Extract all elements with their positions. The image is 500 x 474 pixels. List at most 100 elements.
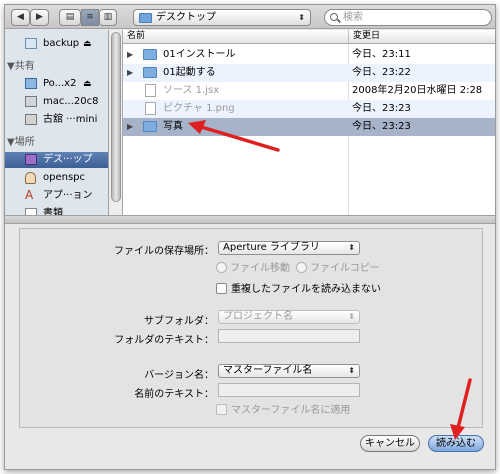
skip-duplicates-checkbox[interactable]: 重複したファイルを読み込まない: [216, 283, 381, 296]
computer-icon: [25, 114, 37, 125]
disclosure-triangle-icon[interactable]: ▶: [127, 64, 133, 82]
folder-text-label: フォルダのテキスト：: [114, 335, 214, 346]
checkbox-label: マスターファイル名に適用: [231, 405, 351, 416]
sidebar-item-label: Po...x2: [43, 78, 77, 89]
split-divider[interactable]: [5, 215, 495, 224]
import-options-panel: ファイルの保存場所： Aperture ライブラリ ⬍ ファイル移動 ファイルコ…: [19, 228, 483, 428]
sidebar-item-backup[interactable]: backup ⏏: [5, 36, 108, 52]
sidebar-item-desktop[interactable]: デス···ップ: [5, 152, 108, 168]
folder-text-field[interactable]: [218, 329, 360, 343]
checkbox-box: [216, 283, 227, 294]
version-name-select[interactable]: マスターファイル名 ⬍: [218, 364, 360, 378]
save-location-value: Aperture ライブラリ: [223, 242, 320, 253]
sidebar-header-shared[interactable]: ▼共有: [7, 60, 35, 74]
radio-circle: [216, 262, 227, 273]
folder-icon: [143, 67, 157, 78]
chevron-updown-icon: ⬍: [298, 13, 305, 22]
documents-icon: [25, 208, 37, 215]
sidebar-scrollbar[interactable]: [109, 30, 123, 215]
disclosure-triangle-icon[interactable]: ▶: [127, 118, 133, 136]
sidebar-item-shared-3[interactable]: 古舘 ···mini: [5, 112, 108, 128]
file-date: 今日、23:23: [352, 103, 411, 114]
sidebar-item-openspc[interactable]: openspc: [5, 170, 108, 186]
version-name-value: マスターファイル名: [223, 365, 313, 376]
sidebar-item-label: 古舘 ···mini: [43, 114, 98, 125]
location-label: デスクトップ: [156, 12, 216, 23]
subfolder-select[interactable]: プロジェクト名 ⬍: [218, 310, 360, 324]
sidebar: backup ⏏ ▼共有 Po...x2 ⏏ mac...20c8 古舘 ···…: [5, 30, 109, 215]
image-file-icon: [145, 102, 156, 115]
file-name: 01インストール: [163, 49, 236, 60]
checkbox-box: [216, 404, 227, 415]
radio-copy-files[interactable]: ファイルコピー: [296, 262, 380, 275]
sidebar-header-places[interactable]: ▼場所: [7, 136, 35, 150]
subfolder-label: サブフォルダ：: [144, 316, 214, 327]
radio-circle: [296, 262, 307, 273]
home-icon: [25, 172, 36, 184]
name-text-label: 名前のテキスト：: [134, 389, 214, 400]
file-date: 今日、23:22: [352, 67, 411, 78]
document-icon: [145, 84, 156, 97]
file-row[interactable]: ▶ 01インストール 今日、23:11: [123, 46, 495, 64]
sidebar-item-label: アプ···ョン: [43, 190, 93, 201]
radio-move-files[interactable]: ファイル移動: [216, 262, 290, 275]
drive-icon: [25, 38, 37, 49]
search-icon: [330, 13, 338, 21]
sidebar-item-label: openspc: [43, 172, 86, 183]
file-list: 名前 変更日 ▶ 01インストール 今日、23:11 ▶ 01起動する 今日、2…: [123, 30, 495, 215]
sidebar-item-label: デス···ップ: [43, 154, 93, 165]
file-name: ソース 1.jsx: [163, 85, 220, 96]
import-dialog: ◀ ▶ ▤ ≡ ▥ デスクトップ ⬍ 検索 backup ⏏ ▼共有 Po...…: [4, 4, 496, 470]
save-location-label: ファイルの保存場所：: [114, 246, 214, 257]
column-view-button[interactable]: ▥: [99, 9, 117, 26]
search-input[interactable]: 検索: [324, 9, 492, 26]
chevron-updown-icon: ⬍: [348, 366, 355, 375]
folder-icon: [139, 13, 152, 23]
name-text-field[interactable]: [218, 383, 360, 397]
computer-icon: [25, 96, 37, 107]
eject-icon[interactable]: ⏏: [83, 76, 92, 92]
location-popup[interactable]: デスクトップ ⬍: [133, 9, 311, 26]
radio-label: ファイルコピー: [310, 263, 380, 274]
file-date: 今日、23:11: [352, 49, 411, 60]
column-header-date[interactable]: 変更日: [348, 30, 380, 43]
sidebar-item-label: backup: [43, 38, 80, 49]
chevron-updown-icon: ⬍: [348, 312, 355, 321]
file-row[interactable]: ▶ 01起動する 今日、23:22: [123, 64, 495, 82]
file-row-selected[interactable]: ▶ 写真 今日、23:23: [123, 118, 495, 136]
file-row[interactable]: ピクチャ 1.png 今日、23:23: [123, 100, 495, 118]
icon-view-button[interactable]: ▤: [59, 9, 81, 26]
column-header-name[interactable]: 名前: [127, 30, 145, 43]
checkbox-label: 重複したファイルを読み込まない: [231, 284, 381, 295]
sidebar-item-label: 書類: [43, 208, 63, 215]
desktop-icon: [25, 154, 37, 165]
folder-icon: [143, 121, 157, 132]
apply-master-checkbox[interactable]: マスターファイル名に適用: [216, 404, 350, 417]
version-name-label: バージョン名：: [144, 370, 214, 381]
toolbar: ◀ ▶ ▤ ≡ ▥ デスクトップ ⬍ 検索: [5, 5, 495, 29]
applications-icon: A: [25, 188, 34, 202]
sidebar-item-shared-1[interactable]: Po...x2 ⏏: [5, 76, 108, 92]
sidebar-item-documents[interactable]: 書類: [5, 206, 108, 215]
chevron-updown-icon: ⬍: [348, 243, 355, 252]
save-location-select[interactable]: Aperture ライブラリ ⬍: [218, 241, 360, 255]
file-date: 2008年2月20日水曜日 2:28: [352, 85, 483, 96]
file-name: ピクチャ 1.png: [163, 103, 235, 114]
import-button[interactable]: 読み込む: [428, 435, 484, 452]
computer-icon: [25, 78, 37, 89]
forward-button[interactable]: ▶: [30, 9, 49, 26]
disclosure-triangle-icon[interactable]: ▶: [127, 46, 133, 64]
list-view-button[interactable]: ≡: [81, 9, 99, 26]
eject-icon[interactable]: ⏏: [83, 36, 92, 52]
file-name: 写真: [163, 121, 183, 132]
radio-label: ファイル移動: [230, 263, 290, 274]
sidebar-item-applications[interactable]: A アプ···ョン: [5, 188, 108, 204]
sidebar-item-shared-2[interactable]: mac...20c8: [5, 94, 108, 110]
file-name: 01起動する: [163, 67, 216, 78]
file-row[interactable]: ソース 1.jsx 2008年2月20日水曜日 2:28: [123, 82, 495, 100]
cancel-button[interactable]: キャンセル: [360, 435, 420, 452]
back-button[interactable]: ◀: [11, 9, 30, 26]
scrollbar-thumb[interactable]: [111, 32, 121, 202]
sidebar-item-label: mac...20c8: [43, 96, 99, 107]
subfolder-value: プロジェクト名: [223, 311, 293, 322]
